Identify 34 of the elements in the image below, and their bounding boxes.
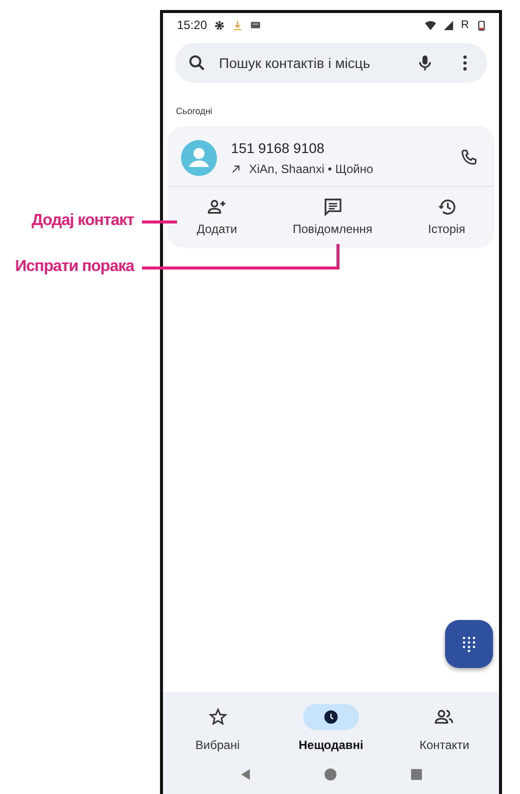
gear-icon — [214, 20, 226, 30]
status-time: 15:20 — [177, 18, 208, 32]
dialpad-icon — [461, 636, 477, 652]
battery-icon — [476, 20, 487, 30]
call-card[interactable]: 151 9168 9108 XiAn, Shaanxi • Щойно Додати Повідомлення Історія — [169, 128, 493, 246]
call-action-button[interactable]: Повідомлення — [286, 195, 378, 238]
call-action-button[interactable]: Історія — [422, 195, 472, 238]
history-icon — [436, 197, 457, 217]
call-action-button[interactable]: Додати — [190, 195, 244, 238]
search-field[interactable]: Пошук контактів і місць — [217, 54, 405, 72]
download-icon — [232, 20, 244, 30]
home-icon[interactable] — [324, 768, 338, 781]
star-icon — [208, 707, 228, 727]
wifi-icon — [425, 20, 436, 30]
recents-icon[interactable] — [410, 768, 423, 781]
search-icon — [187, 53, 207, 73]
avatar-icon — [181, 140, 217, 176]
message-icon — [322, 197, 343, 217]
callout-label: Испрати порака — [15, 258, 134, 276]
dialpad-button[interactable] — [445, 620, 493, 668]
signal-icon — [443, 20, 454, 30]
message-icon — [250, 20, 262, 30]
section-title: Сьогодні — [176, 106, 214, 116]
leader-line — [142, 220, 177, 224]
callout-label: Додај контакт — [32, 212, 134, 230]
call-detail: XiAn, Shaanxi • Щойно — [249, 162, 374, 176]
phone-number: 151 9168 9108 — [231, 140, 326, 156]
nav-tab[interactable]: Контакти — [408, 702, 480, 754]
network-label: R — [461, 19, 469, 31]
outgoing-arrow-icon — [231, 164, 241, 174]
search-bar[interactable]: Пошук контактів і місць — [175, 43, 487, 83]
nav-tab[interactable]: Вибрані — [182, 702, 254, 754]
back-icon[interactable] — [239, 768, 252, 781]
nav-tab[interactable]: Нещодавні — [290, 702, 372, 754]
